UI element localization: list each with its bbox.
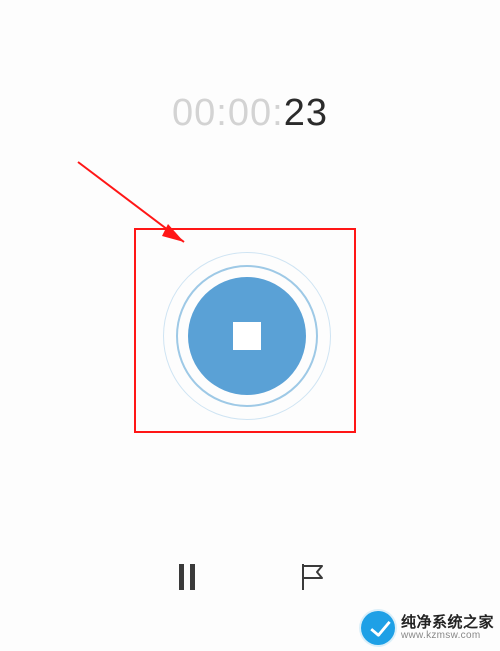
- lap-flag-button[interactable]: [293, 557, 333, 597]
- bottom-controls: [0, 557, 500, 597]
- stop-icon: [233, 322, 261, 350]
- timer-display: 00:00:23: [0, 92, 500, 135]
- pause-button[interactable]: [167, 557, 207, 597]
- stop-button[interactable]: [163, 252, 331, 420]
- timer-faded-part: 00:00:: [172, 92, 284, 134]
- watermark-logo-icon: [361, 611, 395, 645]
- timer-active-part: 23: [284, 92, 328, 134]
- pause-icon: [177, 564, 197, 590]
- annotation-arrow: [72, 156, 202, 266]
- watermark-text: 纯净系统之家 www.kzmsw.com: [401, 615, 494, 641]
- watermark: 纯净系统之家 www.kzmsw.com: [361, 611, 494, 645]
- watermark-url: www.kzmsw.com: [401, 631, 494, 642]
- flag-icon: [300, 563, 326, 591]
- watermark-title: 纯净系统之家: [401, 615, 494, 631]
